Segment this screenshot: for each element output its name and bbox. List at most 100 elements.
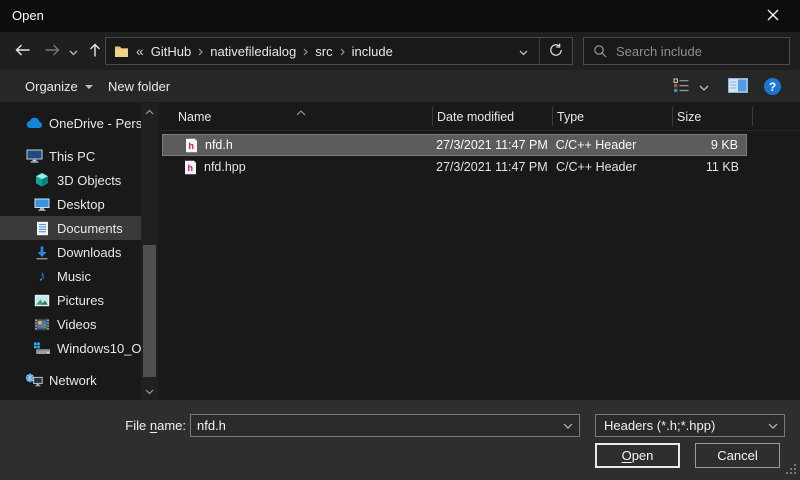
organize-label: Organize <box>25 79 78 94</box>
file-row-nfd-h[interactable]: h nfd.h 27/3/2021 11:47 PM C/C++ Header … <box>162 134 747 156</box>
desktop-icon <box>33 198 51 211</box>
file-date-modified: 27/3/2021 11:47 PM <box>433 160 553 174</box>
dialog-content: OneDrive - Persor This PC 3D Objects Des… <box>0 103 800 400</box>
cancel-button[interactable]: Cancel <box>695 443 780 468</box>
sidebar-item-label: Music <box>57 269 91 284</box>
forward-button[interactable] <box>38 32 66 70</box>
refresh-button[interactable] <box>540 38 572 64</box>
sidebar-item-pictures[interactable]: Pictures <box>0 288 141 312</box>
file-size: 9 KB <box>672 138 746 152</box>
scroll-down-button[interactable] <box>141 383 158 400</box>
column-header-size[interactable]: Size <box>673 103 753 130</box>
computer-icon <box>25 149 43 163</box>
sidebar-item-documents[interactable]: Documents <box>0 216 141 240</box>
download-arrow-icon <box>33 245 51 260</box>
folder-icon <box>114 45 129 58</box>
open-file-dialog: Open <box>0 0 800 480</box>
dialog-footer: File name: Headers (*.h;*.hpp) Open Canc… <box>0 400 800 480</box>
close-icon <box>767 9 779 24</box>
back-button[interactable] <box>8 32 36 70</box>
sidebar-item-music[interactable]: ♪ Music <box>0 264 141 288</box>
resize-grip-icon[interactable] <box>786 464 796 474</box>
h-header-file-icon: h <box>184 160 197 175</box>
breadcrumb: « GitHub nativefiledialog src include <box>106 43 507 59</box>
organize-button[interactable]: Organize <box>25 70 93 103</box>
os-drive-icon <box>33 342 51 355</box>
sidebar-item-network[interactable]: Network <box>0 368 141 392</box>
help-button[interactable]: ? <box>764 70 781 103</box>
scroll-up-button[interactable] <box>141 103 158 120</box>
details-view-icon <box>673 78 691 96</box>
file-type-filter-value: Headers (*.h;*.hpp) <box>596 418 762 433</box>
h-header-file-icon: h <box>185 138 198 153</box>
sidebar-item-onedrive[interactable]: OneDrive - Persor <box>0 111 141 135</box>
sidebar-item-label: This PC <box>49 149 95 164</box>
recent-locations-button[interactable] <box>64 32 82 70</box>
navigation-pane: OneDrive - Persor This PC 3D Objects Des… <box>0 103 160 400</box>
open-button[interactable]: Open <box>595 443 680 468</box>
file-size: 11 KB <box>673 160 747 174</box>
column-header-type[interactable]: Type <box>553 103 673 130</box>
breadcrumb-segment-github[interactable]: GitHub <box>151 44 191 59</box>
sidebar-item-desktop[interactable]: Desktop <box>0 192 141 216</box>
close-button[interactable] <box>752 0 794 32</box>
breadcrumb-segment-include[interactable]: include <box>352 44 393 59</box>
file-name-combobox[interactable] <box>190 414 580 437</box>
document-icon <box>33 221 51 236</box>
help-icon: ? <box>764 78 781 95</box>
network-icon <box>25 373 43 387</box>
change-view-button[interactable] <box>673 70 691 103</box>
file-rows: h nfd.h 27/3/2021 11:47 PM C/C++ Header … <box>162 134 800 178</box>
file-type: C/C++ Header <box>553 160 673 174</box>
file-name: nfd.h <box>205 138 233 152</box>
scrollbar-thumb[interactable] <box>143 245 156 377</box>
column-header-date-modified[interactable]: Date modified <box>433 103 553 130</box>
view-options-dropdown[interactable] <box>699 70 709 103</box>
sidebar-item-label: OneDrive - Persor <box>49 116 141 131</box>
svg-text:h: h <box>189 141 195 151</box>
chevron-down-icon <box>519 44 528 59</box>
column-header-name[interactable]: Name <box>160 103 433 130</box>
search-input[interactable] <box>616 44 766 59</box>
column-headers: Name Date modified Type Size <box>160 103 800 131</box>
preview-pane-button[interactable] <box>728 70 748 103</box>
music-note-icon: ♪ <box>33 269 51 284</box>
address-dropdown-button[interactable] <box>507 38 539 64</box>
forward-icon <box>44 42 61 61</box>
file-type: C/C++ Header <box>553 138 673 152</box>
file-row-nfd-hpp[interactable]: h nfd.hpp 27/3/2021 11:47 PM C/C++ Heade… <box>162 156 747 178</box>
new-folder-label: New folder <box>108 79 170 94</box>
sidebar-item-label: Videos <box>57 317 97 332</box>
column-divider[interactable] <box>752 107 753 126</box>
sidebar-item-videos[interactable]: Videos <box>0 312 141 336</box>
sidebar-item-downloads[interactable]: Downloads <box>0 240 141 264</box>
sidebar-item-label: Downloads <box>57 245 121 260</box>
window-title: Open <box>12 0 44 32</box>
sidebar-item-label: Documents <box>57 221 123 236</box>
new-folder-button[interactable]: New folder <box>108 70 170 103</box>
chevron-right-icon <box>303 44 308 59</box>
sidebar-scrollbar[interactable] <box>141 103 158 400</box>
film-icon <box>33 318 51 331</box>
sidebar-item-this-pc[interactable]: This PC <box>0 144 141 168</box>
file-list: Name Date modified Type Size <box>160 103 800 400</box>
chevron-down-icon[interactable] <box>762 423 784 429</box>
navigation-bar: « GitHub nativefiledialog src include <box>0 32 800 70</box>
chevron-down-icon <box>85 85 93 89</box>
file-name-label: File name: <box>40 400 186 450</box>
breadcrumb-segment-nativefiledialog[interactable]: nativefiledialog <box>210 44 296 59</box>
chevron-down-icon[interactable] <box>557 423 579 429</box>
file-name-input[interactable] <box>191 418 557 433</box>
breadcrumb-segment-src[interactable]: src <box>315 44 332 59</box>
file-date-modified: 27/3/2021 11:47 PM <box>433 138 553 152</box>
breadcrumb-overflow[interactable]: « <box>136 43 144 59</box>
picture-icon <box>33 294 51 307</box>
sidebar-item-3d-objects[interactable]: 3D Objects <box>0 168 141 192</box>
command-toolbar: Organize New folder <box>0 70 800 103</box>
sidebar-item-windows10-os[interactable]: Windows10_OS ( <box>0 336 141 360</box>
chevron-right-icon <box>340 44 345 59</box>
file-type-filter-dropdown[interactable]: Headers (*.h;*.hpp) <box>595 414 785 437</box>
search-box[interactable] <box>583 37 790 65</box>
preview-pane-icon <box>728 78 748 96</box>
address-bar[interactable]: « GitHub nativefiledialog src include <box>105 37 573 65</box>
